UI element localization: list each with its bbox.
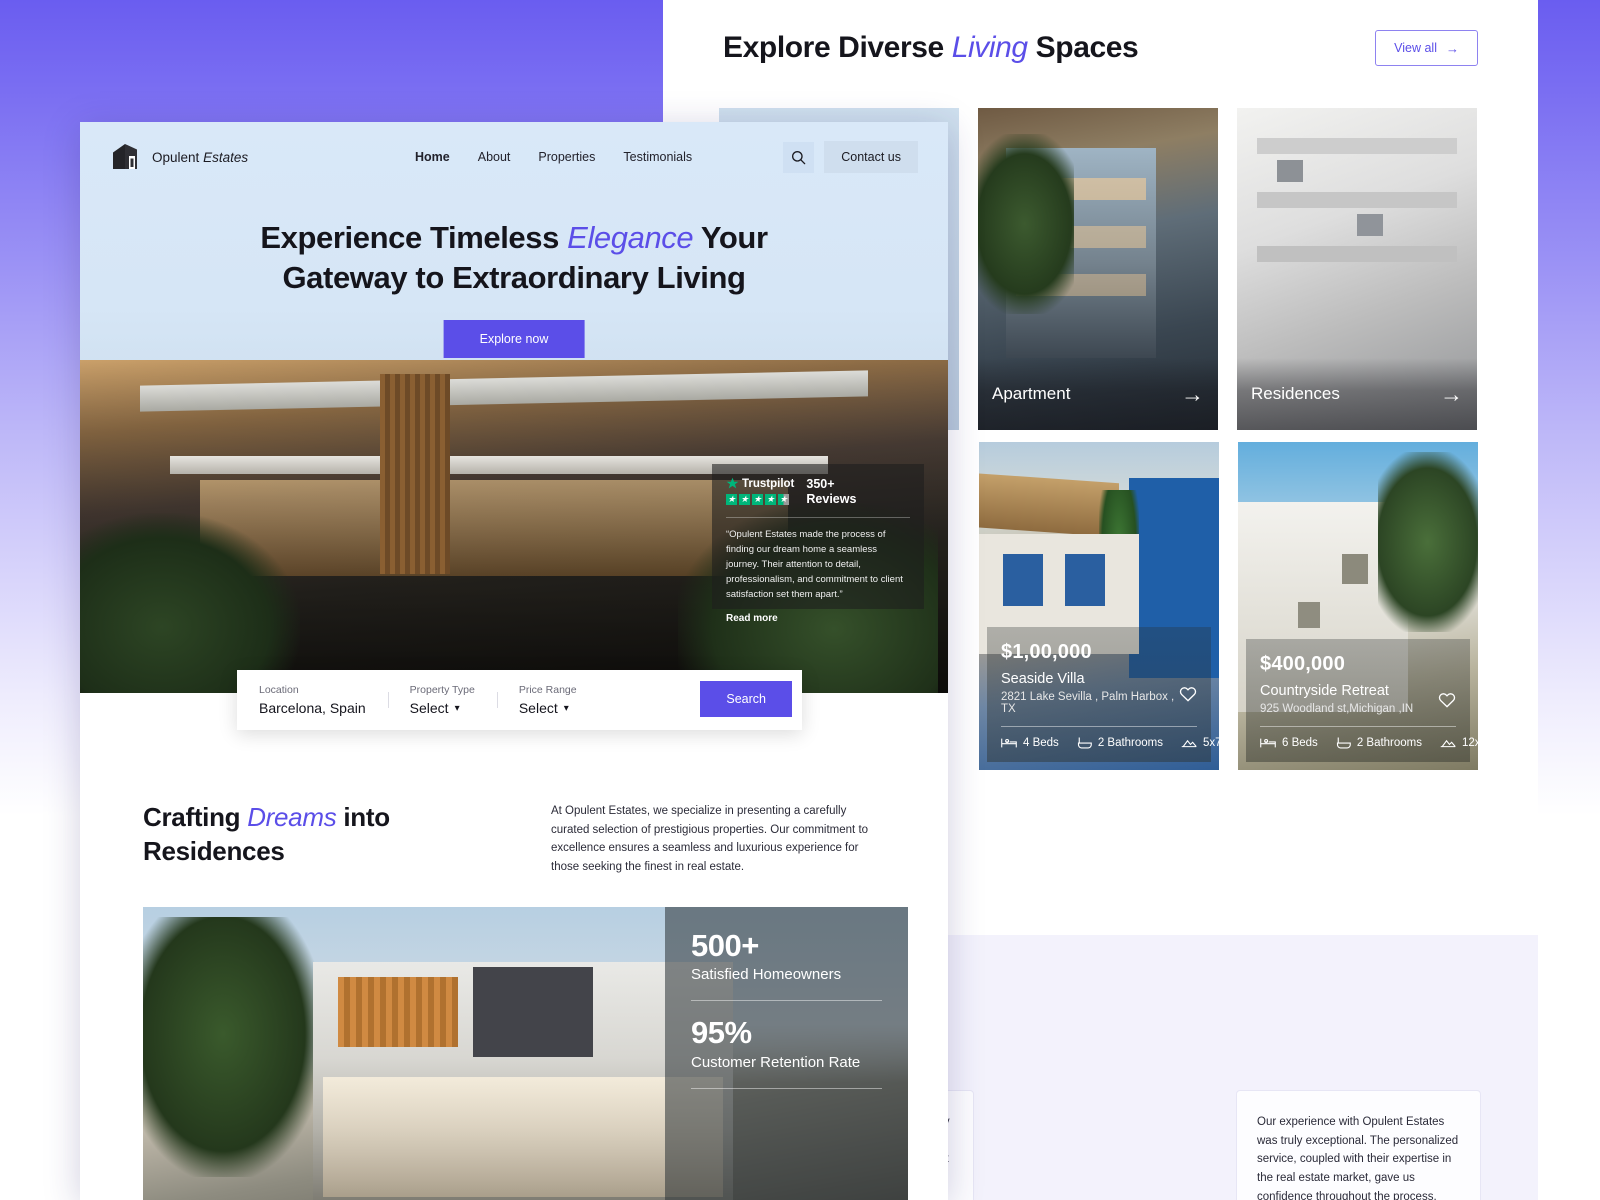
property-features: 4 Beds 2 Bathrooms 5x7m² xyxy=(1001,736,1219,750)
stat-label: Satisfied Homeowners xyxy=(691,966,842,984)
property-address: 2821 Lake Sevilla , Palm Harbox , TX xyxy=(1001,691,1175,715)
arrow-right-icon: → xyxy=(1446,40,1459,56)
divider xyxy=(691,1000,882,1002)
property-card-seaside-villa[interactable]: $1,00,000 Seaside Villa 2821 Lake Sevill… xyxy=(979,442,1219,770)
stats-panel: 500+ Satisfied Homeowners 95% Customer R… xyxy=(665,907,908,1200)
nav-link-testimonials[interactable]: Testimonials xyxy=(623,150,692,164)
property-name: Countryside Retreat xyxy=(1260,683,1389,699)
category-card-residences[interactable]: Residences → xyxy=(1237,108,1477,430)
nav-link-properties[interactable]: Properties xyxy=(538,150,595,164)
divider xyxy=(726,516,910,518)
navbar: Opulent Estates Home About Properties Te… xyxy=(80,122,948,192)
property-price: $400,000 xyxy=(1260,653,1346,675)
trustpilot-brand: Trustpilot xyxy=(726,477,794,490)
view-all-button-living-spaces[interactable]: View all → xyxy=(1375,30,1478,66)
search-button[interactable]: Search xyxy=(700,681,792,717)
search-icon-button[interactable] xyxy=(783,141,815,173)
property-features: 6 Beds 2 Bathrooms 12x7m² xyxy=(1260,736,1478,750)
feature-bathrooms: 2 Bathrooms xyxy=(1336,736,1422,750)
search-field-price-range[interactable]: Price Range Select ▾ xyxy=(496,684,599,716)
divider xyxy=(1001,726,1197,727)
heart-icon[interactable] xyxy=(1179,685,1197,702)
contact-us-button[interactable]: Contact us xyxy=(824,141,918,173)
trustpilot-star-icon xyxy=(726,477,739,490)
property-card-countryside-retreat[interactable]: $400,000 Countryside Retreat 925 Woodlan… xyxy=(1238,442,1478,770)
nav-links: Home About Properties Testimonials xyxy=(415,150,692,164)
house-logo-icon xyxy=(112,143,143,171)
nav-link-home[interactable]: Home xyxy=(415,150,450,164)
arrow-right-icon: → xyxy=(1181,380,1204,407)
category-card-apartment[interactable]: Apartment → xyxy=(978,108,1218,430)
property-overlay-seaside-villa: $1,00,000 Seaside Villa 2821 Lake Sevill… xyxy=(987,627,1219,762)
showcase-image: 500+ Satisfied Homeowners 95% Customer R… xyxy=(143,907,908,1200)
arrow-right-icon: → xyxy=(1440,380,1463,407)
stat-number: 500+ xyxy=(691,928,759,963)
nav-link-about[interactable]: About xyxy=(478,150,511,164)
category-label-apartment: Apartment → xyxy=(978,358,1218,430)
property-name: Seaside Villa xyxy=(1001,671,1085,687)
search-field-location[interactable]: Location Barcelona, Spain xyxy=(237,684,388,716)
front-page: Opulent Estates Home About Properties Te… xyxy=(80,122,948,1200)
property-address: 925 Woodland st,Michigan ,IN xyxy=(1260,703,1414,715)
property-price: $1,00,000 xyxy=(1001,641,1092,663)
heart-icon[interactable] xyxy=(1438,691,1456,708)
testimonial-card-2: Our experience with Opulent Estates was … xyxy=(1236,1090,1481,1200)
divider xyxy=(1260,726,1456,727)
stat-number: 95% xyxy=(691,1015,752,1051)
feature-bathrooms: 2 Bathrooms xyxy=(1077,736,1163,750)
hero-title: Experience Timeless Elegance Your Gatewa… xyxy=(260,220,768,295)
divider xyxy=(691,1087,882,1089)
read-more-link[interactable]: Read more xyxy=(726,613,910,624)
property-type-select[interactable]: Select ▾ xyxy=(410,700,475,716)
property-overlay-countryside-retreat: $400,000 Countryside Retreat 925 Woodlan… xyxy=(1246,639,1478,762)
stat-item-retention: 95% Customer Retention Rate xyxy=(691,1016,882,1072)
chevron-down-icon: ▾ xyxy=(454,702,460,714)
category-label-residences: Residences → xyxy=(1237,358,1477,430)
brand-text: Opulent Estates xyxy=(152,149,249,165)
feature-area: 12x7m² xyxy=(1440,737,1478,749)
feature-area: 5x7m² xyxy=(1181,737,1219,749)
crafting-paragraph: At Opulent Estates, we specialize in pre… xyxy=(551,805,869,873)
trustpilot-review-card: Trustpilot ★ ★ ★ ★ ★ 350+ Reviews “Opulent E… xyxy=(712,464,924,624)
feature-beds: 6 Beds xyxy=(1260,737,1318,749)
hero-section: Opulent Estates Home About Properties Te… xyxy=(80,122,948,693)
price-range-select[interactable]: Select ▾ xyxy=(519,700,577,716)
trustpilot-star-rating: ★ ★ ★ ★ ★ xyxy=(726,494,789,505)
stat-item-homeowners: 500+ Satisfied Homeowners xyxy=(691,929,882,985)
brand-logo[interactable]: Opulent Estates xyxy=(112,143,248,171)
explore-now-button[interactable]: Explore now xyxy=(443,320,585,358)
location-input[interactable]: Barcelona, Spain xyxy=(259,700,366,716)
chevron-down-icon: ▾ xyxy=(563,702,569,714)
trustpilot-quote: “Opulent Estates made the process of fin… xyxy=(726,528,903,600)
search-icon xyxy=(791,150,806,165)
property-search-bar: Location Barcelona, Spain Property Type … xyxy=(237,670,802,730)
nav-actions: Contact us xyxy=(783,141,918,173)
feature-beds: 4 Beds xyxy=(1001,737,1059,749)
section-header-living-spaces: Explore Diverse Living Spaces View all → xyxy=(723,30,1478,66)
crafting-heading: Crafting Dreams into Residences xyxy=(143,802,390,867)
search-field-property-type[interactable]: Property Type Select ▾ xyxy=(387,684,497,716)
trustpilot-review-count: 350+ Reviews xyxy=(806,477,857,507)
stat-label: Customer Retention Rate xyxy=(691,1053,861,1071)
section-title-living-spaces: Explore Diverse Living Spaces xyxy=(723,31,1139,64)
